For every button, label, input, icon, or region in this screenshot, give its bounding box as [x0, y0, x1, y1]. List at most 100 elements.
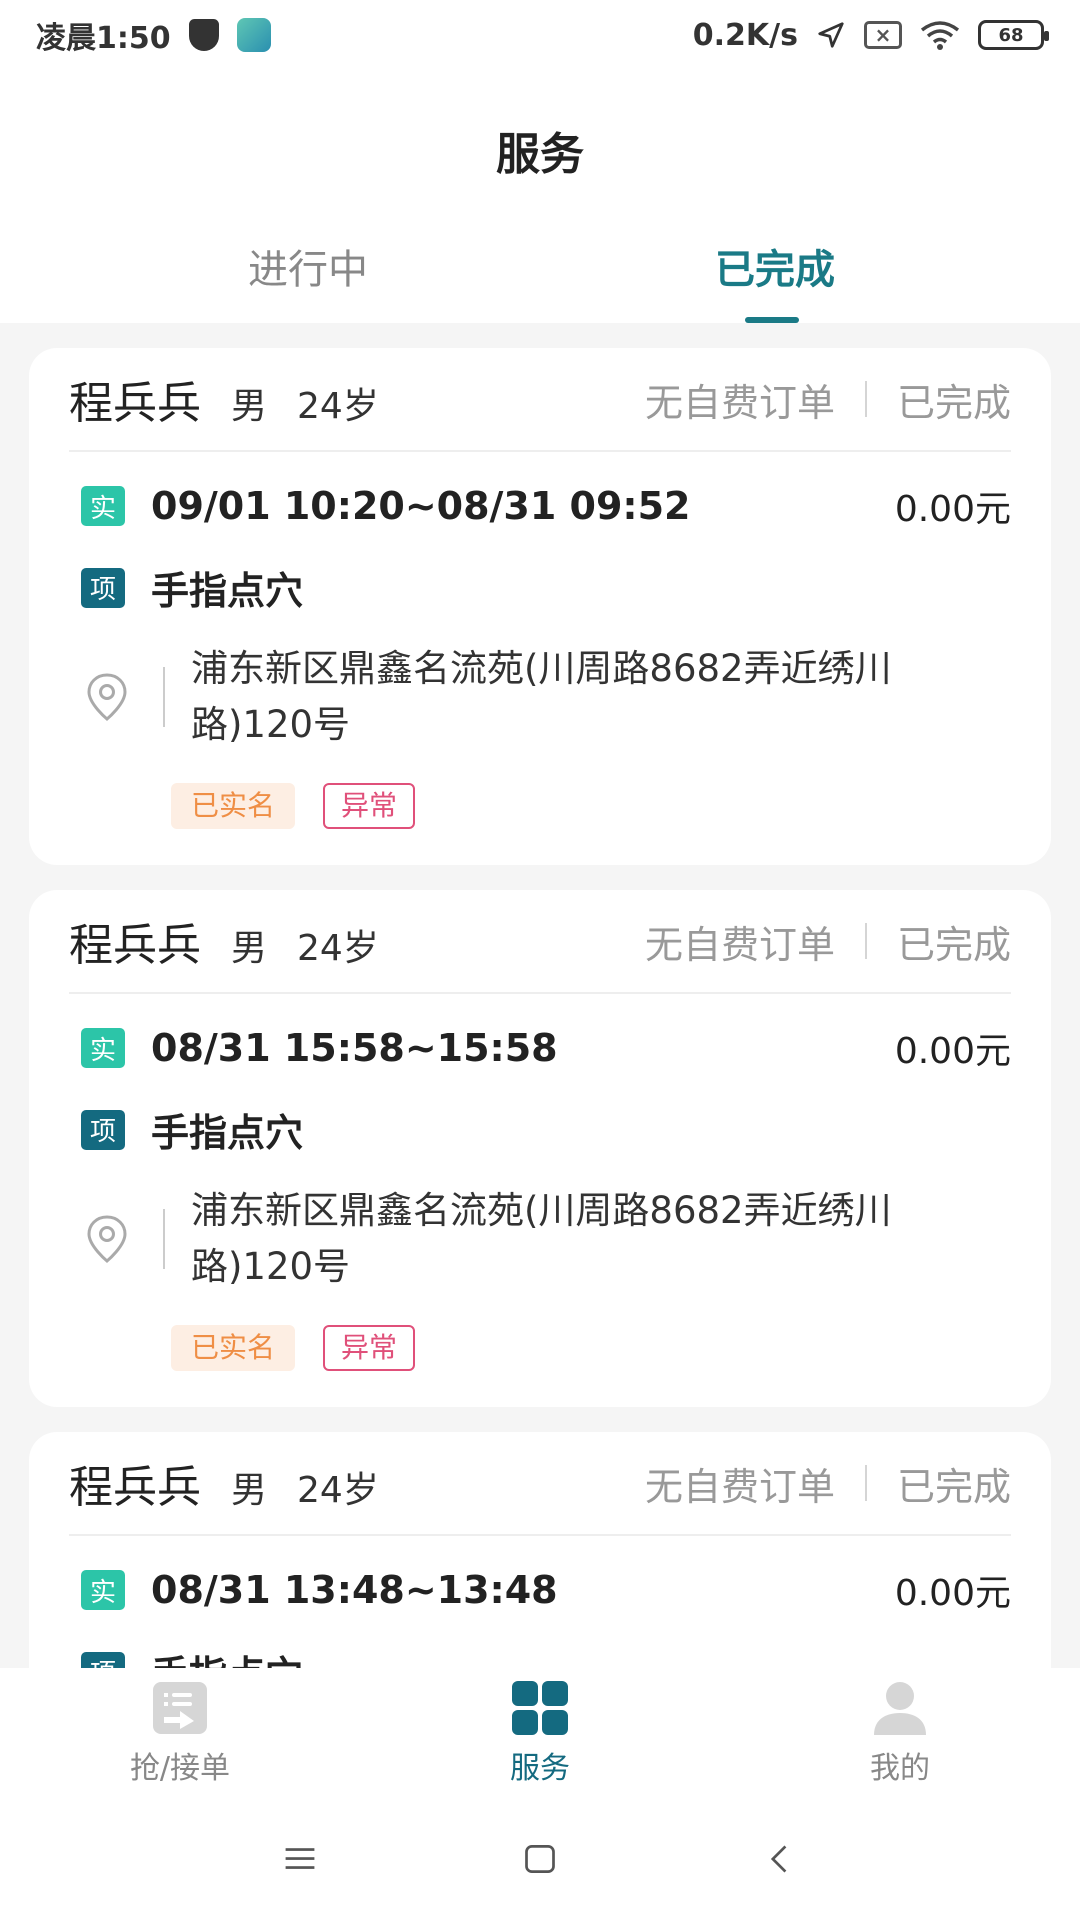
system-nav-bar — [0, 1798, 1080, 1920]
nav-label: 服务 — [510, 1751, 570, 1786]
divider — [864, 923, 867, 959]
person-name: 程兵兵 — [69, 378, 201, 429]
item-tag-icon: 项 — [81, 1651, 125, 1668]
divider — [864, 381, 867, 417]
order-type: 无自费订单 — [644, 380, 835, 425]
badge-row: 已实名 异常 — [171, 1325, 1011, 1371]
order-status: 无自费订单 已完成 — [645, 1456, 1011, 1511]
time-row: 实 09/01 10:20~08/31 09:52 0.00元 — [69, 480, 1011, 532]
app-notification-icon — [236, 18, 271, 52]
back-button[interactable] — [760, 1839, 800, 1879]
address-text: 浦东新区鼎鑫名流苑(川周路8682弄近绣川路)120号 — [191, 1189, 892, 1288]
nav-label: 我的 — [870, 1751, 930, 1786]
nav-label: 抢/接单 — [129, 1751, 231, 1786]
person-name: 程兵兵 — [69, 920, 201, 971]
nav-item-profile[interactable]: 我的 — [770, 1679, 1030, 1787]
person-info: 程兵兵 男 24岁 — [69, 367, 379, 431]
status-text: 已完成 — [896, 380, 1011, 425]
badge-row: 已实名 异常 — [171, 783, 1011, 829]
abnormal-badge: 异常 — [323, 1325, 416, 1371]
verified-badge: 已实名 — [171, 1325, 296, 1371]
person-info: 程兵兵 男 24岁 — [69, 1451, 379, 1515]
nav-item-orders[interactable]: 抢/接单 — [50, 1679, 310, 1787]
order-status: 无自费订单 已完成 — [645, 372, 1011, 427]
person-gender: 男 — [231, 1470, 268, 1511]
person-info: 程兵兵 男 24岁 — [69, 909, 379, 973]
person-age: 24岁 — [297, 928, 379, 969]
person-gender: 男 — [231, 928, 268, 969]
service-list[interactable]: 程兵兵 男 24岁 无自费订单 已完成 实 09/01 10:20~08/31 … — [0, 323, 1080, 1668]
price: 0.00元 — [894, 1573, 1011, 1614]
nav-item-service[interactable]: 服务 — [410, 1679, 670, 1787]
home-square-icon — [525, 1845, 555, 1873]
home-button[interactable] — [520, 1839, 560, 1879]
status-time: 凌晨1:50 — [36, 21, 171, 56]
shield-icon — [188, 19, 219, 51]
verified-badge: 已实名 — [171, 783, 296, 829]
order-type: 无自费订单 — [644, 922, 835, 967]
status-text: 已完成 — [896, 922, 1011, 967]
service-time: 08/31 15:58~15:58 — [151, 1026, 558, 1070]
abnormal-badge: 异常 — [323, 783, 416, 829]
status-left: 凌晨1:50 — [36, 13, 271, 57]
person-age: 24岁 — [297, 386, 379, 427]
order-icon — [153, 1682, 207, 1734]
location-arrow-icon — [818, 22, 844, 48]
back-chevron-icon — [770, 1845, 787, 1873]
person-name: 程兵兵 — [69, 1462, 201, 1513]
item-row: 项 手指点穴 — [69, 1644, 1011, 1668]
status-text: 已完成 — [896, 1464, 1011, 1509]
card-header: 程兵兵 男 24岁 无自费订单 已完成 — [69, 890, 1011, 994]
service-item: 手指点穴 — [151, 1111, 304, 1155]
location-pin-icon — [87, 673, 127, 721]
divider — [163, 667, 165, 727]
time-row: 实 08/31 15:58~15:58 0.00元 — [69, 1022, 1011, 1074]
wifi-icon — [920, 21, 960, 50]
battery-level: 68 — [998, 24, 1024, 46]
item-row: 项 手指点穴 — [69, 560, 1011, 615]
tab-bar: 进行中 已完成 — [0, 225, 1080, 323]
divider — [163, 1209, 165, 1269]
menu-button[interactable] — [280, 1839, 320, 1879]
service-card[interactable]: 程兵兵 男 24岁 无自费订单 已完成 实 08/31 13:48~13:48 … — [29, 1432, 1051, 1668]
person-age: 24岁 — [297, 1470, 379, 1511]
price: 0.00元 — [894, 1031, 1011, 1072]
address-text: 浦东新区鼎鑫名流苑(川周路8682弄近绣川路)120号 — [191, 647, 892, 746]
status-bar: 凌晨1:50 0.2K/s × 68 — [0, 0, 1080, 70]
actual-tag-icon: 实 — [81, 486, 125, 526]
card-header: 程兵兵 男 24岁 无自费订单 已完成 — [69, 348, 1011, 452]
price: 0.00元 — [894, 489, 1011, 530]
address-row: 浦东新区鼎鑫名流苑(川周路8682弄近绣川路)120号 — [69, 641, 1011, 753]
card-header: 程兵兵 男 24岁 无自费订单 已完成 — [69, 1432, 1011, 1536]
service-card[interactable]: 程兵兵 男 24岁 无自费订单 已完成 实 09/01 10:20~08/31 … — [29, 348, 1051, 865]
tab-completed[interactable]: 已完成 — [625, 237, 925, 295]
grid-icon — [512, 1681, 568, 1735]
net-speed: 0.2K/s — [692, 17, 798, 53]
battery-icon: 68 — [978, 20, 1049, 50]
actual-tag-icon: 实 — [81, 1028, 125, 1068]
item-row: 项 手指点穴 — [69, 1102, 1011, 1157]
service-time: 08/31 13:48~13:48 — [151, 1568, 558, 1612]
sim-off-icon: × — [864, 21, 902, 49]
bottom-nav: 抢/接单 服务 我的 — [0, 1668, 1080, 1798]
address-row: 浦东新区鼎鑫名流苑(川周路8682弄近绣川路)120号 — [69, 1183, 1011, 1295]
page-title: 服务 — [496, 129, 584, 180]
person-gender: 男 — [231, 386, 268, 427]
service-item: 手指点穴 — [151, 569, 304, 613]
service-item: 手指点穴 — [151, 1644, 1011, 1668]
service-card[interactable]: 程兵兵 男 24岁 无自费订单 已完成 实 08/31 15:58~15:58 … — [29, 890, 1051, 1407]
menu-icon — [285, 1848, 315, 1869]
tab-ongoing[interactable]: 进行中 — [158, 237, 458, 295]
item-tag-icon: 项 — [81, 567, 125, 608]
time-row: 实 08/31 13:48~13:48 0.00元 — [69, 1564, 1011, 1616]
status-right: 0.2K/s × 68 — [692, 17, 1049, 53]
order-type: 无自费订单 — [644, 1464, 835, 1509]
profile-icon — [874, 1682, 926, 1735]
actual-tag-icon: 实 — [81, 1570, 125, 1610]
item-tag-icon: 项 — [81, 1109, 125, 1150]
location-pin-icon — [87, 1215, 127, 1263]
divider — [864, 1465, 867, 1501]
service-time: 09/01 10:20~08/31 09:52 — [151, 484, 691, 528]
screen: 凌晨1:50 0.2K/s × 68 服务 进行中 已完成 程兵兵 男 24岁 … — [0, 0, 1080, 1920]
order-status: 无自费订单 已完成 — [645, 914, 1011, 969]
